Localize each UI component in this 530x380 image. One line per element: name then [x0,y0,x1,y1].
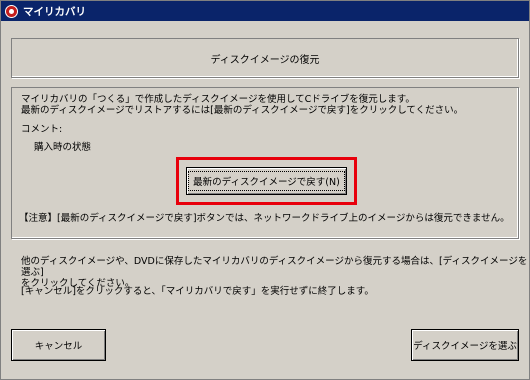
description: マイリカバリの「つくる」で作成したディスクイメージを使用してCドライブを復元しま… [21,94,463,116]
info-cancel: [キャンセル]をクリックすると、「マイリカバリで戻す」を実行せずに終了します。 [21,286,374,297]
header-title: ディスクイメージの復元 [210,54,320,66]
window-title: マイリカバリ [23,5,86,18]
notice-text: 【注意】[最新のディスクイメージで戻す]ボタンでは、ネットワークドライブ上のイメ… [19,213,510,224]
cancel-button-label: キャンセル [34,341,83,352]
title-bar: マイリカバリ [1,1,529,21]
choose-disk-image-button[interactable]: ディスクイメージを選ぶ [411,329,519,361]
restore-latest-image-button[interactable]: 最新のディスクイメージで戻す(N) [186,167,347,195]
description-line-1: マイリカバリの「つくる」で作成したディスクイメージを使用してCドライブを復元しま… [21,94,415,105]
comment-value: 購入時の状態 [34,142,92,153]
cancel-button[interactable]: キャンセル [11,329,106,361]
info-other-images: 他のディスクイメージや、DVDに保存したマイリカバリのディスクイメージから復元す… [21,256,529,289]
restore-button-highlight: 最新のディスクイメージで戻す(N) [176,157,357,205]
comment-label: コメント: [21,124,63,135]
description-line-2: 最新のディスクイメージでリストアするには[最新のディスクイメージで戻す]をクリッ… [21,105,464,116]
main-panel: マイリカバリの「つくる」で作成したディスクイメージを使用してCドライブを復元しま… [11,87,519,239]
restore-button-label: 最新のディスクイメージで戻す(N) [188,171,345,191]
choose-button-label: ディスクイメージを選ぶ [413,341,517,352]
dialog-window: マイリカバリ ディスクイメージの復元 マイリカバリの「つくる」で作成したディスク… [0,0,530,380]
recovery-app-icon [5,4,18,18]
info-line-1: 他のディスクイメージや、DVDに保存したマイリカバリのディスクイメージから復元す… [21,256,528,278]
header-panel: ディスクイメージの復元 [11,38,519,78]
